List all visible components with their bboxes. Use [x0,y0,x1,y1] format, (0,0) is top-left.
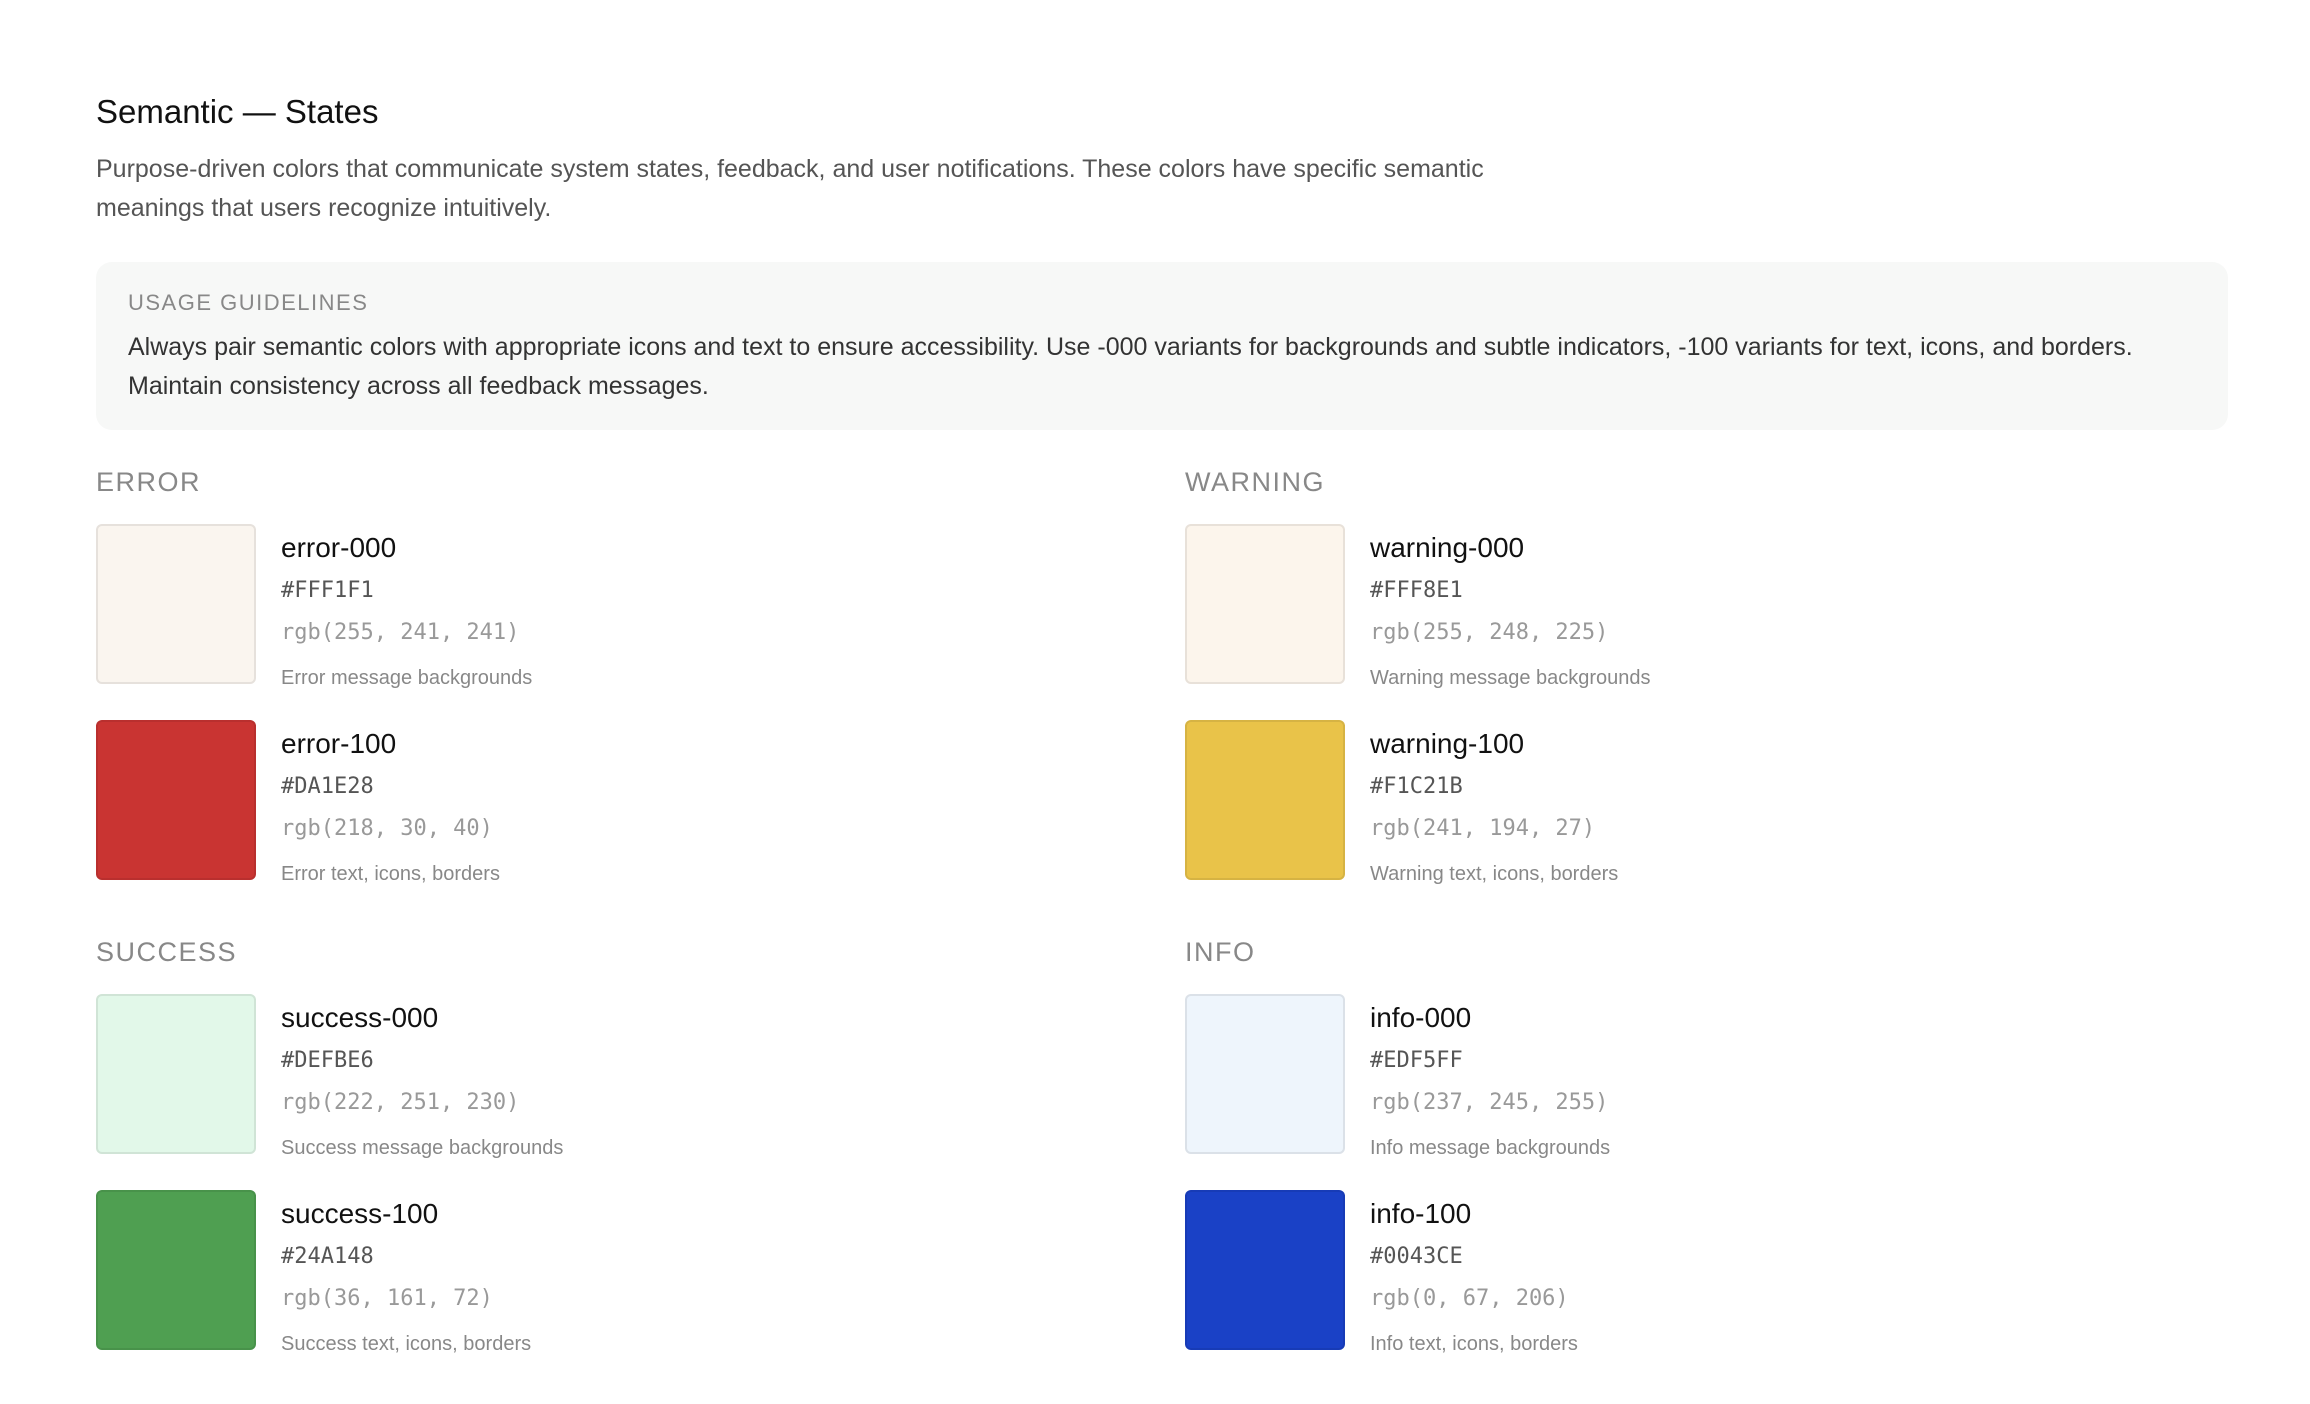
color-usage: Success text, icons, borders [281,1333,532,1355]
info-group: INFO info-000 #EDF5FF rgb(237, 245, 255)… [1185,934,2185,1355]
usage-guidelines-label: USAGE GUIDELINES [128,290,369,315]
color-swatch[interactable] [1185,524,1345,684]
color-hex[interactable]: #F1C21B [1370,772,1463,802]
error-group-label: ERROR [96,467,202,497]
color-row-success-100: success-100 #24A148 rgb(36, 161, 72) Suc… [96,1190,996,1355]
color-usage: Info message backgrounds [1370,1137,1611,1159]
color-name: info-100 [1370,1198,1472,1229]
color-usage: Warning message backgrounds [1370,667,1651,689]
color-swatch[interactable] [96,1190,256,1350]
color-name: warning-000 [1370,532,1525,563]
warning-group: WARNING warning-000 #FFF8E1 rgb(255, 248… [1185,464,2185,885]
color-hex[interactable]: #FFF8E1 [1370,576,1463,606]
error-group: ERROR error-000 #FFF1F1 rgb(255, 241, 24… [96,464,1096,885]
color-rgb[interactable]: rgb(0, 67, 206) [1370,1284,1569,1314]
color-swatch[interactable] [1185,720,1345,880]
success-group: SUCCESS success-000 #DEFBE6 rgb(222, 251… [96,934,1096,1355]
success-group-label: SUCCESS [96,937,238,967]
page: Semantic — States Purpose-driven colors … [0,0,2310,1404]
usage-guidelines-text: Always pair semantic colors with appropr… [128,333,2133,400]
color-swatch[interactable] [96,720,256,880]
color-swatch[interactable] [1185,994,1345,1154]
color-rgb[interactable]: rgb(255, 248, 225) [1370,618,1608,648]
usage-guidelines-panel: USAGE GUIDELINES Always pair semantic co… [96,262,2228,430]
color-hex[interactable]: #EDF5FF [1370,1046,1463,1076]
color-usage: Warning text, icons, borders [1370,863,1619,885]
color-row-info-100: info-100 #0043CE rgb(0, 67, 206) Info te… [1185,1190,2085,1355]
color-name: info-000 [1370,1002,1472,1033]
color-row-warning-000: warning-000 #FFF8E1 rgb(255, 248, 225) W… [1185,524,2085,689]
color-rgb[interactable]: rgb(237, 245, 255) [1370,1088,1608,1118]
color-name: success-100 [281,1198,439,1229]
color-row-info-000: info-000 #EDF5FF rgb(237, 245, 255) Info… [1185,994,2085,1159]
color-name: error-000 [281,532,397,563]
color-row-warning-100: warning-100 #F1C21B rgb(241, 194, 27) Wa… [1185,720,2085,885]
info-group-label: INFO [1185,937,1256,967]
color-hex[interactable]: #FFF1F1 [281,576,374,606]
page-title: Semantic — States [96,93,379,130]
color-row-success-000: success-000 #DEFBE6 rgb(222, 251, 230) S… [96,994,996,1159]
color-hex[interactable]: #DEFBE6 [281,1046,374,1076]
color-hex[interactable]: #24A148 [281,1242,374,1272]
page-description: Purpose-driven colors that communicate s… [96,155,1484,222]
color-hex[interactable]: #0043CE [1370,1242,1463,1272]
color-rgb[interactable]: rgb(36, 161, 72) [281,1284,493,1314]
color-usage: Info text, icons, borders [1370,1333,1578,1355]
color-usage: Success message backgrounds [281,1137,564,1159]
color-rgb[interactable]: rgb(218, 30, 40) [281,814,493,844]
color-name: error-100 [281,728,397,759]
color-row-error-100: error-100 #DA1E28 rgb(218, 30, 40) Error… [96,720,996,885]
color-row-error-000: error-000 #FFF1F1 rgb(255, 241, 241) Err… [96,524,996,689]
color-swatch[interactable] [96,994,256,1154]
warning-group-label: WARNING [1185,467,1325,497]
color-hex[interactable]: #DA1E28 [281,772,374,802]
color-swatch[interactable] [1185,1190,1345,1350]
color-usage: Error message backgrounds [281,667,533,689]
color-swatch[interactable] [96,524,256,684]
color-rgb[interactable]: rgb(222, 251, 230) [281,1088,519,1118]
color-name: success-000 [281,1002,439,1033]
color-name: warning-100 [1370,728,1525,759]
color-rgb[interactable]: rgb(255, 241, 241) [281,618,519,648]
color-rgb[interactable]: rgb(241, 194, 27) [1370,814,1595,844]
color-usage: Error text, icons, borders [281,863,500,885]
